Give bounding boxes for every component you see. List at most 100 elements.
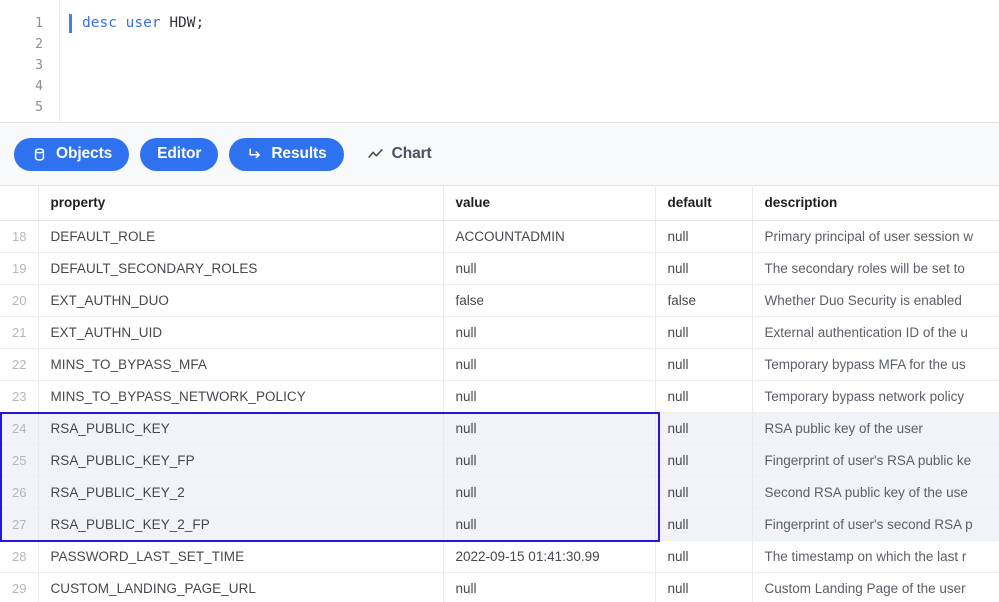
row-number-cell[interactable]: 26 — [0, 476, 38, 508]
cell-property[interactable]: EXT_AUTHN_DUO — [38, 284, 443, 316]
table-row[interactable]: 18DEFAULT_ROLEACCOUNTADMINnullPrimary pr… — [0, 220, 999, 252]
row-number-cell[interactable]: 24 — [0, 412, 38, 444]
table-row[interactable]: 23MINS_TO_BYPASS_NETWORK_POLICYnullnullT… — [0, 380, 999, 412]
cell-description[interactable]: Temporary bypass network policy — [752, 380, 999, 412]
table-row[interactable]: 20EXT_AUTHN_DUOfalsefalseWhether Duo Sec… — [0, 284, 999, 316]
cell-property[interactable]: RSA_PUBLIC_KEY_FP — [38, 444, 443, 476]
cell-property[interactable]: DEFAULT_SECONDARY_ROLES — [38, 252, 443, 284]
row-number-cell[interactable]: 25 — [0, 444, 38, 476]
cell-value[interactable]: null — [443, 252, 655, 284]
table-row[interactable]: 27RSA_PUBLIC_KEY_2_FPnullnullFingerprint… — [0, 508, 999, 540]
cell-description[interactable]: The timestamp on which the last r — [752, 540, 999, 572]
cell-description[interactable]: Primary principal of user session w — [752, 220, 999, 252]
cell-default[interactable]: null — [655, 540, 752, 572]
cell-description[interactable]: Second RSA public key of the use — [752, 476, 999, 508]
cell-description[interactable]: Whether Duo Security is enabled — [752, 284, 999, 316]
code-line-1[interactable]: desc user HDW; — [60, 13, 999, 34]
cell-property[interactable]: PASSWORD_LAST_SET_TIME — [38, 540, 443, 572]
cell-default[interactable]: null — [655, 412, 752, 444]
cell-value[interactable]: null — [443, 348, 655, 380]
cell-value[interactable]: false — [443, 284, 655, 316]
cell-description[interactable]: Custom Landing Page of the user — [752, 572, 999, 602]
table-row[interactable]: 21EXT_AUTHN_UIDnullnullExternal authenti… — [0, 316, 999, 348]
results-grid[interactable]: property value default description 18DEF… — [0, 186, 999, 602]
cell-description[interactable]: RSA public key of the user — [752, 412, 999, 444]
column-header-default[interactable]: default — [655, 186, 752, 220]
table-row[interactable]: 25RSA_PUBLIC_KEY_FPnullnullFingerprint o… — [0, 444, 999, 476]
cell-default[interactable]: null — [655, 252, 752, 284]
cell-default[interactable]: null — [655, 220, 752, 252]
row-number-cell[interactable]: 27 — [0, 508, 38, 540]
cell-default[interactable]: null — [655, 572, 752, 602]
row-number-cell[interactable]: 18 — [0, 220, 38, 252]
cell-description[interactable]: External authentication ID of the u — [752, 316, 999, 348]
editor-button[interactable]: Editor — [140, 138, 218, 171]
chart-button[interactable]: Chart — [355, 138, 444, 171]
cell-property[interactable]: DEFAULT_ROLE — [38, 220, 443, 252]
cell-default[interactable]: null — [655, 316, 752, 348]
row-number-cell[interactable]: 21 — [0, 316, 38, 348]
cell-default[interactable]: null — [655, 380, 752, 412]
results-button[interactable]: Results — [229, 138, 343, 171]
row-number-cell[interactable]: 28 — [0, 540, 38, 572]
editor-button-label: Editor — [157, 145, 201, 163]
cell-value[interactable]: null — [443, 572, 655, 602]
line-number: 3 — [0, 55, 59, 76]
arrow-turn-down-right-icon — [246, 146, 263, 163]
cell-property[interactable]: MINS_TO_BYPASS_MFA — [38, 348, 443, 380]
cell-value[interactable]: null — [443, 316, 655, 348]
cell-default[interactable]: false — [655, 284, 752, 316]
line-number: 5 — [0, 97, 59, 118]
cell-description[interactable]: Temporary bypass MFA for the us — [752, 348, 999, 380]
cell-property[interactable]: EXT_AUTHN_UID — [38, 316, 443, 348]
row-number-cell[interactable]: 22 — [0, 348, 38, 380]
results-table-header: property value default description — [0, 186, 999, 220]
table-row[interactable]: 19DEFAULT_SECONDARY_ROLESnullnullThe sec… — [0, 252, 999, 284]
cell-default[interactable]: null — [655, 348, 752, 380]
line-chart-icon — [367, 146, 384, 163]
results-table: property value default description 18DEF… — [0, 186, 999, 602]
cell-description[interactable]: Fingerprint of user's RSA public ke — [752, 444, 999, 476]
cell-description[interactable]: Fingerprint of user's second RSA p — [752, 508, 999, 540]
cell-value[interactable]: ACCOUNTADMIN — [443, 220, 655, 252]
cell-property[interactable]: CUSTOM_LANDING_PAGE_URL — [38, 572, 443, 602]
cell-value[interactable]: null — [443, 412, 655, 444]
header-row: property value default description — [0, 186, 999, 220]
cell-default[interactable]: null — [655, 444, 752, 476]
results-toolbar: Objects Editor Results Chart — [0, 122, 999, 186]
editor-code-area[interactable]: desc user HDW; — [60, 0, 999, 122]
cell-property[interactable]: RSA_PUBLIC_KEY_2_FP — [38, 508, 443, 540]
sql-keyword-desc: desc — [82, 15, 117, 31]
cell-default[interactable]: null — [655, 508, 752, 540]
cell-property[interactable]: RSA_PUBLIC_KEY_2 — [38, 476, 443, 508]
table-row[interactable]: 24RSA_PUBLIC_KEYnullnullRSA public key o… — [0, 412, 999, 444]
cell-value[interactable]: null — [443, 444, 655, 476]
column-header-description[interactable]: description — [752, 186, 999, 220]
cell-description[interactable]: The secondary roles will be set to — [752, 252, 999, 284]
column-header-property[interactable]: property — [38, 186, 443, 220]
table-row[interactable]: 29CUSTOM_LANDING_PAGE_URLnullnullCustom … — [0, 572, 999, 602]
table-row[interactable]: 28PASSWORD_LAST_SET_TIME2022-09-15 01:41… — [0, 540, 999, 572]
table-row[interactable]: 22MINS_TO_BYPASS_MFAnullnullTemporary by… — [0, 348, 999, 380]
cell-value[interactable]: null — [443, 508, 655, 540]
cell-value[interactable]: null — [443, 380, 655, 412]
results-button-label: Results — [271, 145, 326, 163]
sql-editor[interactable]: 1 2 3 4 5 desc user HDW; — [0, 0, 999, 122]
column-header-value[interactable]: value — [443, 186, 655, 220]
cell-value[interactable]: null — [443, 476, 655, 508]
sql-keyword-user: user — [126, 15, 161, 31]
row-number-cell[interactable]: 29 — [0, 572, 38, 602]
table-row[interactable]: 26RSA_PUBLIC_KEY_2nullnullSecond RSA pub… — [0, 476, 999, 508]
cell-value[interactable]: 2022-09-15 01:41:30.99 — [443, 540, 655, 572]
objects-button[interactable]: Objects — [14, 138, 129, 171]
row-number-cell[interactable]: 20 — [0, 284, 38, 316]
cell-property[interactable]: RSA_PUBLIC_KEY — [38, 412, 443, 444]
row-number-cell[interactable]: 19 — [0, 252, 38, 284]
cell-property[interactable]: MINS_TO_BYPASS_NETWORK_POLICY — [38, 380, 443, 412]
row-number-header — [0, 186, 38, 220]
cell-default[interactable]: null — [655, 476, 752, 508]
line-number: 4 — [0, 76, 59, 97]
objects-button-label: Objects — [56, 145, 112, 163]
sql-identifier: HDW; — [169, 15, 204, 31]
row-number-cell[interactable]: 23 — [0, 380, 38, 412]
